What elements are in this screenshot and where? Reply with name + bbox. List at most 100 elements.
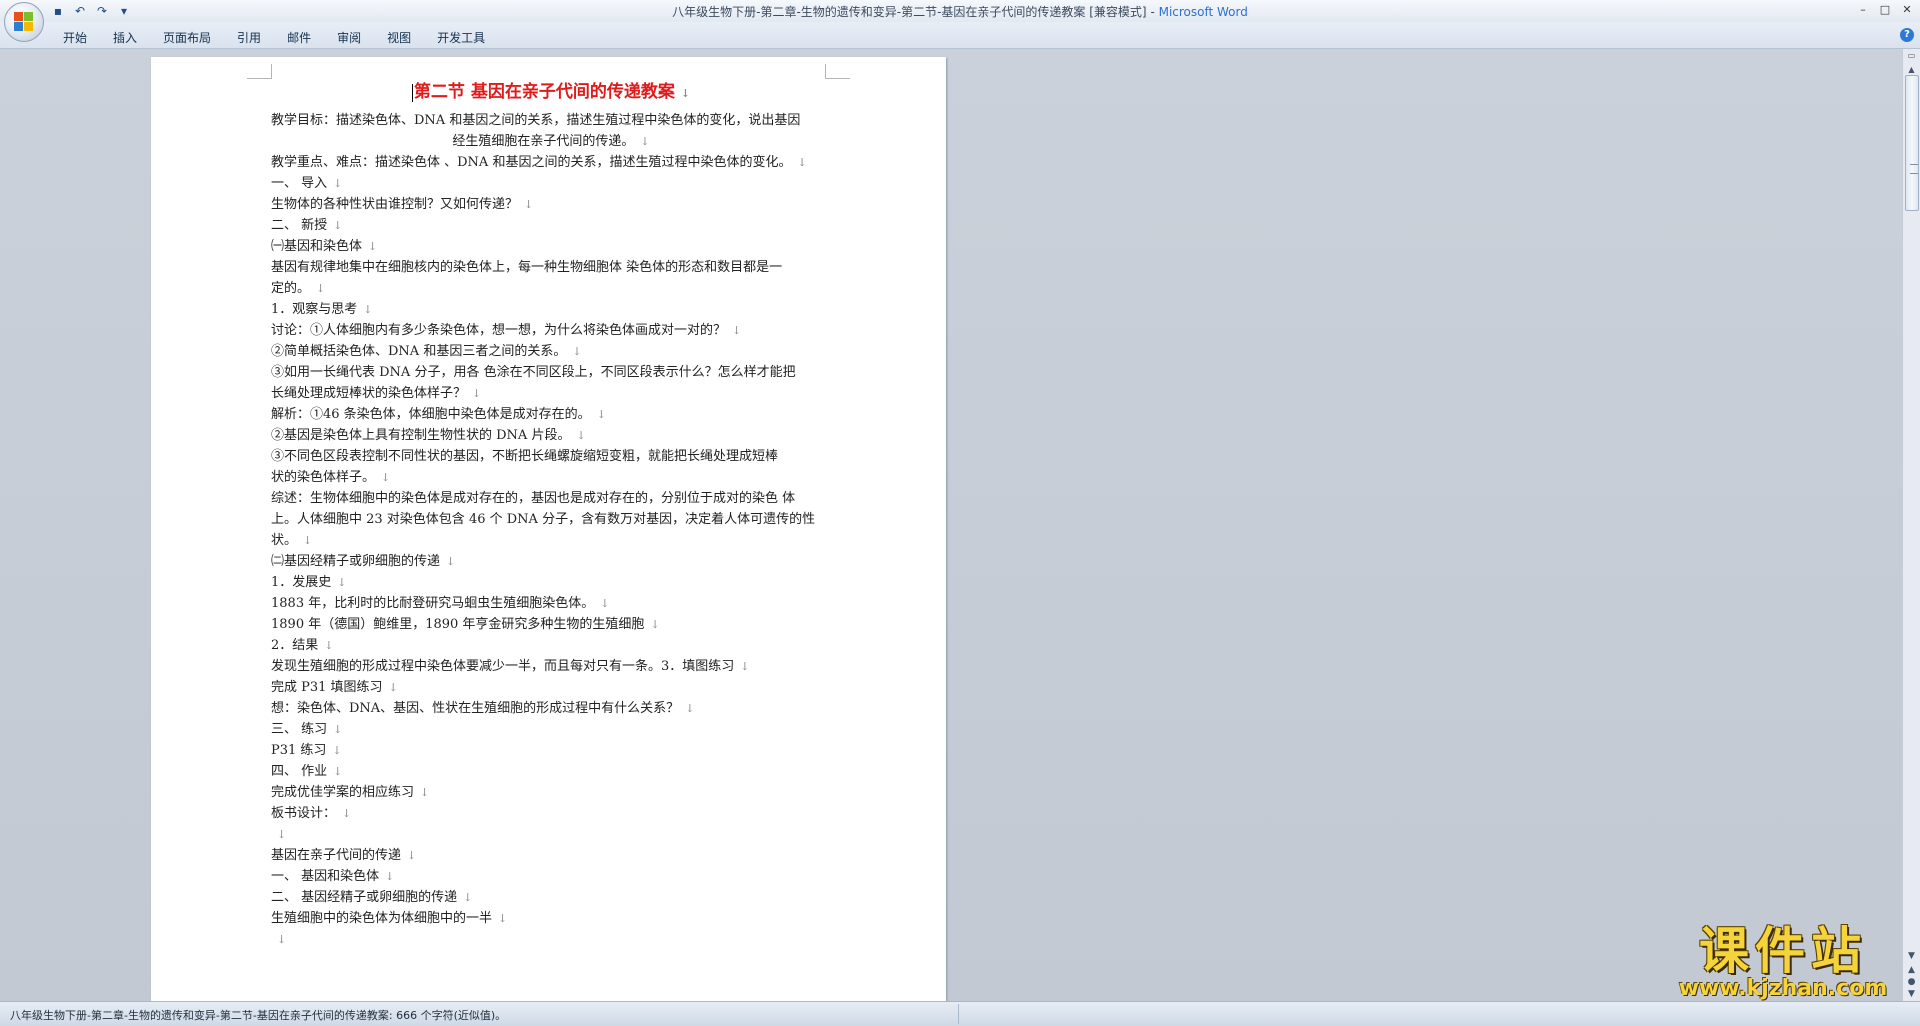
ribbon-tab[interactable]: 开发工具 (424, 26, 498, 49)
document-workspace: 第二节 基因在亲子代间的传递教案 ↓ 教学目标：描述染色体、DNA 和基因之间的关… (0, 49, 1903, 1001)
help-icon[interactable]: ? (1900, 28, 1914, 42)
document-line: 长绳处理成短棒状的染色体样子？ ↓ (271, 383, 831, 404)
ribbon-tab[interactable]: 邮件 (274, 26, 324, 49)
line-text: 基因有规律地集中在细胞核内的染色体上，每一种生物细胞体 染色体的形态和数目都是一 (271, 260, 783, 275)
ribbon-tab[interactable]: 视图 (374, 26, 424, 49)
line-text: ㈡基因经精子或卵细胞的传递 (271, 554, 441, 569)
line-text: 1890 年（德国）鲍维里，1890 年亨金研究多种生物的生殖细胞 (271, 617, 645, 632)
line-text: 完成 P31 填图练习 (271, 680, 383, 695)
window-controls: – □ ✕ (1852, 1, 1918, 19)
document-name: 八年级生物下册-第二章-生物的遗传和变异-第二节-基因在亲子代间的传递教案 [兼… (672, 5, 1147, 19)
paragraph-mark-icon: ↓ (576, 429, 586, 442)
line-text: 三、 练习 (271, 722, 328, 737)
text-cursor (411, 83, 413, 102)
paragraph-mark-icon: ↓ (498, 912, 508, 925)
line-text: 板书设计： (271, 806, 337, 821)
line-text: 四、 作业 (271, 764, 328, 779)
document-line: 讨论：①人体细胞内有多少条染色体，想一想，为什么将染色体画成对一对的？ ↓ (271, 320, 831, 341)
window-title: 八年级生物下册-第二章-生物的遗传和变异-第二节-基因在亲子代间的传递教案 [兼… (0, 3, 1920, 20)
scroll-grip-icon (1910, 164, 1918, 174)
paragraph-mark-icon: ↓ (596, 408, 606, 421)
paragraph-mark-icon: ↓ (333, 177, 343, 190)
document-line: P31 练习 ↓ (271, 740, 831, 761)
document-line: ③不同色区段表控制不同性状的基因，不断把长绳螺旋缩短变粗，就能把长绳处理成短棒 (271, 446, 831, 467)
paragraph-mark-icon: ↓ (277, 933, 287, 946)
paragraph-mark-icon: ↓ (472, 387, 482, 400)
document-line: 想：染色体、DNA、基因、性状在生殖细胞的形成过程中有什么关系？ ↓ (271, 698, 831, 719)
close-icon[interactable]: ✕ (1896, 1, 1918, 19)
scroll-thumb[interactable] (1905, 75, 1919, 211)
line-text: 一、 基因和染色体 (271, 869, 380, 884)
line-text: ㈠基因和染色体 (271, 239, 363, 254)
line-text: 讨论：①人体细胞内有多少条染色体，想一想，为什么将染色体画成对一对的？ (271, 323, 727, 338)
document-line: 完成 P31 填图练习 ↓ (271, 677, 831, 698)
document-line: 一、 基因和染色体 ↓ (271, 866, 831, 887)
document-line: 生物体的各种性状由谁控制？又如何传递？ ↓ (271, 194, 831, 215)
document-line: ②基因是染色体上具有控制生物性状的 DNA 片段。 ↓ (271, 425, 831, 446)
vertical-scrollbar[interactable]: ▭ ▲ ▼ ▲ ● ▼ (1902, 49, 1920, 1001)
title-separator: - (1146, 5, 1159, 19)
document-line: 二、 基因经精子或卵细胞的传递 ↓ (271, 887, 831, 908)
document-line: 三、 练习 ↓ (271, 719, 831, 740)
document-line: 1890 年（德国）鲍维里，1890 年亨金研究多种生物的生殖细胞 ↓ (271, 614, 831, 635)
paragraph-mark-icon: ↓ (650, 618, 660, 631)
paragraph-mark-icon: ↓ (463, 891, 473, 904)
document-line: 综述：生物体细胞中的染色体是成对存在的，基因也是成对存在的，分别位于成对的染色 … (271, 488, 831, 509)
document-page[interactable]: 第二节 基因在亲子代间的传递教案 ↓ 教学目标：描述染色体、DNA 和基因之间的关… (151, 57, 946, 1001)
line-text: 1．发展史 (271, 575, 332, 590)
minimize-icon[interactable]: – (1852, 1, 1874, 19)
ribbon-tab[interactable]: 插入 (100, 26, 150, 49)
line-text: 状的染色体样子。 (271, 470, 376, 485)
paragraph-mark-icon: ↓ (277, 828, 287, 841)
line-text: 想：染色体、DNA、基因、性状在生殖细胞的形成过程中有什么关系？ (271, 701, 680, 716)
document-line: 定的。 ↓ (271, 278, 831, 299)
scroll-down-icon[interactable]: ▼ (1903, 949, 1920, 963)
status-word-count[interactable]: 八年级生物下册-第二章-生物的遗传和变异-第二节-基因在亲子代间的传递教案: 6… (10, 1007, 506, 1023)
document-line: 四、 作业 ↓ (271, 761, 831, 782)
document-line: 生殖细胞中的染色体为体细胞中的一半 ↓ (271, 908, 831, 929)
line-text: 长绳处理成短棒状的染色体样子？ (271, 386, 467, 401)
paragraph-mark-icon: ↓ (337, 576, 347, 589)
paragraph-mark-icon: ↓ (303, 534, 313, 547)
office-button[interactable] (4, 2, 44, 42)
paragraph-mark-icon: ↓ (333, 723, 343, 736)
ribbon-tab[interactable]: 开始 (50, 26, 100, 49)
ribbon-tab[interactable]: 页面布局 (150, 26, 224, 49)
line-text: 教学目标：描述染色体、DNA 和基因之间的关系，描述生殖过程中染色体的变化，说出… (271, 113, 801, 128)
document-line: 板书设计： ↓ (271, 803, 831, 824)
next-page-icon[interactable]: ▼ (1903, 987, 1920, 1001)
paragraph-mark-icon: ↓ (446, 555, 456, 568)
document-line: 1．发展史 ↓ (271, 572, 831, 593)
status-divider (958, 1004, 959, 1024)
status-bar: 八年级生物下册-第二章-生物的遗传和变异-第二节-基因在亲子代间的传递教案: 6… (0, 1001, 1920, 1026)
ribbon-tab[interactable]: 审阅 (324, 26, 374, 49)
document-lines: 教学目标：描述染色体、DNA 和基因之间的关系，描述生殖过程中染色体的变化，说出… (271, 110, 831, 950)
watermark-url: www.kjzhan.com (1678, 976, 1888, 1001)
office-logo-icon (14, 12, 34, 32)
document-line: 1883 年，比利时的比耐登研究马蛔虫生殖细胞染色体。 ↓ (271, 593, 831, 614)
watermark-logo-text: 课件站 (1699, 922, 1867, 980)
paragraph-mark-icon: ↓ (333, 765, 343, 778)
ribbon-tab[interactable]: 引用 (224, 26, 274, 49)
maximize-icon[interactable]: □ (1874, 1, 1896, 19)
document-line: ↓ (271, 824, 831, 845)
line-text: 一、 导入 (271, 176, 328, 191)
line-text: 上。人体细胞中 23 对染色体包含 46 个 DNA 分子，含有数万对基因，决定… (271, 512, 816, 527)
line-text: P31 练习 (271, 743, 327, 758)
app-name: Microsoft Word (1158, 5, 1248, 19)
line-text: 经生殖细胞在亲子代间的传递。 (452, 134, 635, 149)
document-line: ↓ (271, 929, 831, 950)
document-body[interactable]: 第二节 基因在亲子代间的传递教案 ↓ 教学目标：描述染色体、DNA 和基因之间的关… (271, 75, 831, 950)
line-text: 生殖细胞中的染色体为体细胞中的一半 (271, 911, 493, 926)
document-line: 一、 导入 ↓ (271, 173, 831, 194)
paragraph-mark-icon: ↓ (685, 702, 695, 715)
document-line: ㈡基因经精子或卵细胞的传递 ↓ (271, 551, 831, 572)
line-text: ③不同色区段表控制不同性状的基因，不断把长绳螺旋缩短变粗，就能把长绳处理成短棒 (271, 449, 779, 464)
ruler-toggle-icon[interactable]: ▭ (1903, 49, 1920, 63)
crop-mark-left (247, 64, 272, 79)
line-text: 定的。 (271, 281, 311, 296)
line-text: 发现生殖细胞的形成过程中染色体要减少一半，而且每对只有一条。3．填图练习 (271, 659, 735, 674)
paragraph-mark-icon: ↓ (324, 639, 334, 652)
line-text: 2．结果 (271, 638, 319, 653)
paragraph-mark-icon: ↓ (640, 135, 650, 148)
